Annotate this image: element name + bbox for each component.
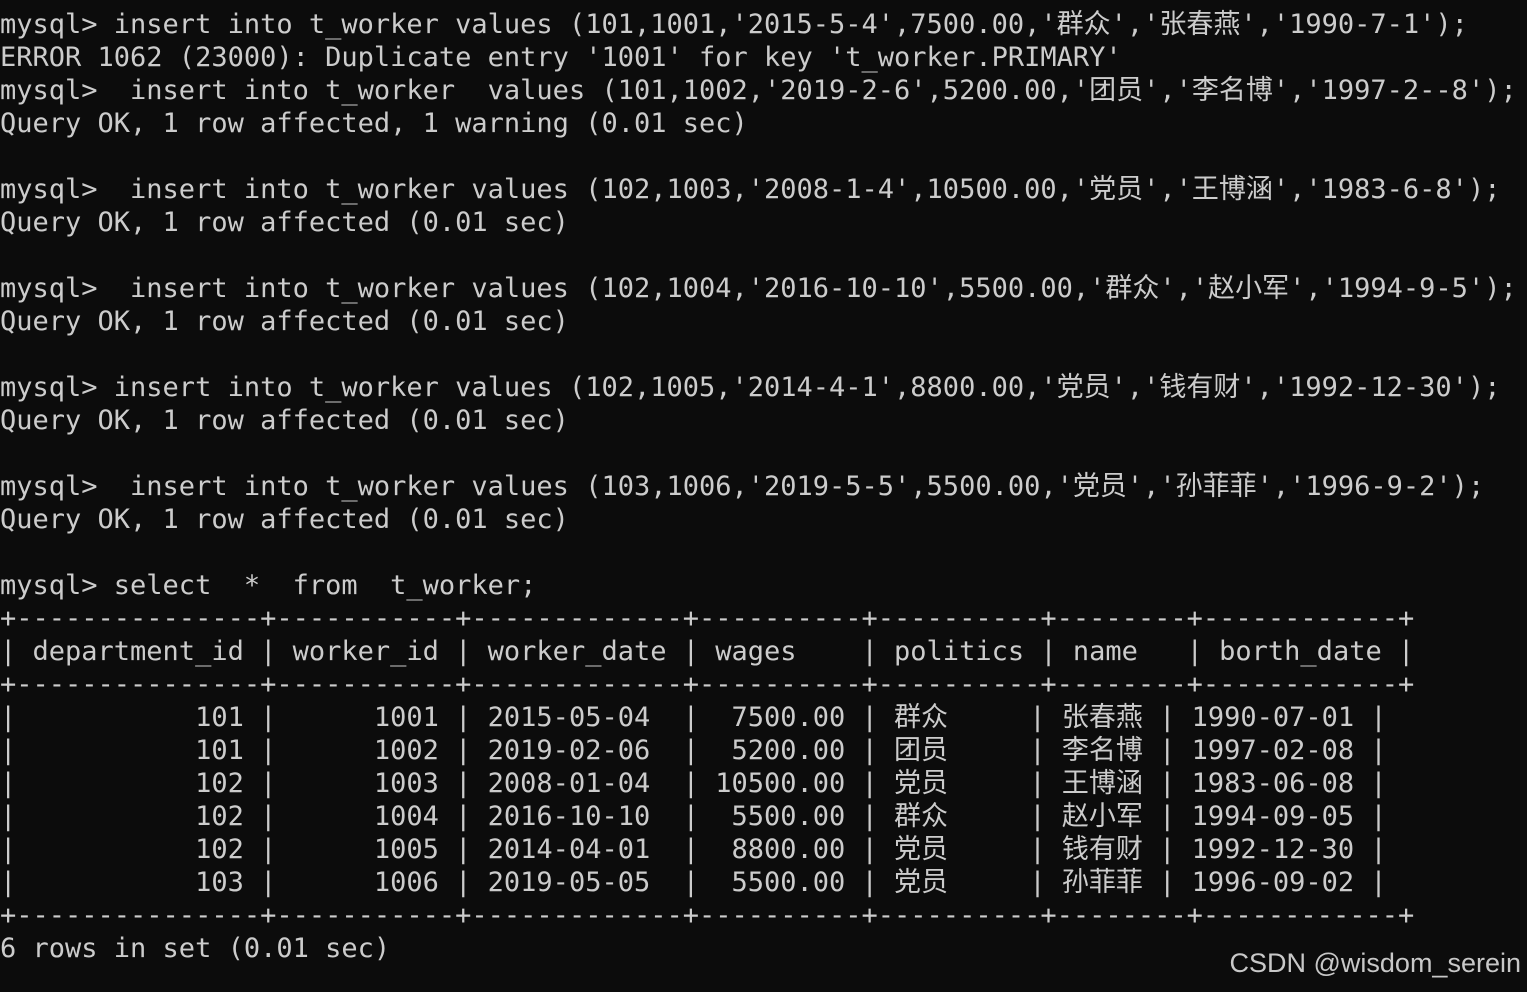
table-row: | 103 | 1006 | 2019-05-05 | 5500.00 | 党员…: [0, 867, 1387, 898]
terminal-line: mysql> insert into t_worker values (102,…: [0, 273, 1517, 304]
terminal-line: mysql> insert into t_worker values (102,…: [0, 174, 1501, 205]
table-border: +---------------+-----------+-----------…: [0, 900, 1415, 931]
result-table: +---------------+-----------+-----------…: [0, 602, 1527, 932]
terminal-line: Query OK, 1 row affected (0.01 sec): [0, 504, 569, 535]
table-border: +---------------+-----------+-----------…: [0, 669, 1415, 700]
terminal-line: mysql> insert into t_worker values (101,…: [0, 75, 1517, 106]
terminal-line: mysql> insert into t_worker values (103,…: [0, 471, 1485, 502]
command-history: mysql> insert into t_worker values (101,…: [0, 8, 1527, 602]
terminal-line: Query OK, 1 row affected (0.01 sec): [0, 405, 569, 436]
table-row: | 101 | 1001 | 2015-05-04 | 7500.00 | 群众…: [0, 702, 1387, 733]
table-header-row: | department_id | worker_id | worker_dat…: [0, 636, 1415, 667]
table-row: | 102 | 1004 | 2016-10-10 | 5500.00 | 群众…: [0, 801, 1387, 832]
table-row: | 102 | 1003 | 2008-01-04 | 10500.00 | 党…: [0, 768, 1387, 799]
table-row: | 101 | 1002 | 2019-02-06 | 5200.00 | 团员…: [0, 735, 1387, 766]
table-row: | 102 | 1005 | 2014-04-01 | 8800.00 | 党员…: [0, 834, 1387, 865]
terminal-line: mysql> select * from t_worker;: [0, 570, 537, 601]
error-line: ERROR 1062 (23000): Duplicate entry '100…: [0, 42, 1122, 73]
terminal-line: mysql> insert into t_worker values (101,…: [0, 9, 1468, 40]
watermark: CSDN @wisdom_serein: [1229, 948, 1522, 978]
terminal-line: Query OK, 1 row affected (0.01 sec): [0, 306, 569, 337]
terminal-line: mysql> insert into t_worker values (102,…: [0, 372, 1501, 403]
table-border: +---------------+-----------+-----------…: [0, 603, 1415, 634]
terminal-line: Query OK, 1 row affected, 1 warning (0.0…: [0, 108, 748, 139]
terminal-line: Query OK, 1 row affected (0.01 sec): [0, 207, 569, 238]
terminal-window[interactable]: mysql> insert into t_worker values (101,…: [0, 0, 1527, 992]
